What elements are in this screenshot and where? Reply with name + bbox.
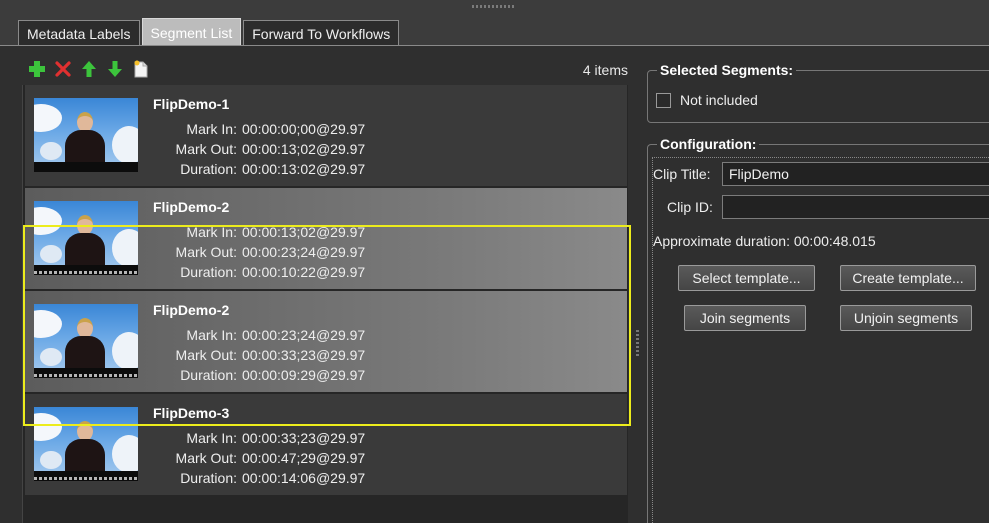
mark-out-label: Mark Out: bbox=[175, 244, 237, 260]
mark-in-label: Mark In: bbox=[186, 430, 237, 446]
clip-title-label: Clip Title: bbox=[653, 166, 711, 182]
mark-out-value: 00:00:47;29@29.97 bbox=[242, 450, 366, 466]
mark-in-label: Mark In: bbox=[186, 327, 237, 343]
create-template-button[interactable]: Create template... bbox=[840, 265, 976, 291]
duration-value: 00:00:09:29@29.97 bbox=[242, 367, 366, 383]
details-pane: Selected Segments: Not included Configur… bbox=[644, 52, 989, 523]
drag-grip[interactable] bbox=[472, 5, 516, 8]
approximate-duration: Approximate duration: 00:00:48.015 bbox=[653, 233, 876, 249]
duration-value: 00:00:10:22@29.97 bbox=[242, 264, 366, 280]
duration-value: 00:00:14:06@29.97 bbox=[242, 470, 366, 486]
move-down-icon[interactable] bbox=[104, 58, 126, 80]
segment-toolbar bbox=[26, 58, 152, 80]
segment-row-2[interactable]: FlipDemo-2 Mark In: 00:00:13;02@29.97 Mar… bbox=[25, 188, 627, 289]
add-icon[interactable] bbox=[26, 58, 48, 80]
mark-out-value: 00:00:13;02@29.97 bbox=[242, 141, 366, 157]
not-included-label: Not included bbox=[680, 92, 758, 108]
duration-label: Duration: bbox=[180, 264, 237, 280]
clip-title-input[interactable] bbox=[722, 162, 989, 186]
mark-out-label: Mark Out: bbox=[175, 450, 237, 466]
duration-label: Duration: bbox=[180, 367, 237, 383]
mark-out-value: 00:00:33;23@29.97 bbox=[242, 347, 366, 363]
segment-thumbnail bbox=[34, 304, 138, 378]
not-included-checkbox[interactable] bbox=[656, 93, 671, 108]
item-count: 4 items bbox=[582, 62, 628, 78]
segment-row-1[interactable]: FlipDemo-1 Mark In: 00:00:00;00@29.97 Mar… bbox=[25, 85, 627, 186]
move-up-icon[interactable] bbox=[78, 58, 100, 80]
segment-thumbnail bbox=[34, 98, 138, 172]
duration-label: Duration: bbox=[180, 161, 237, 177]
mark-in-label: Mark In: bbox=[186, 224, 237, 240]
mark-in-value: 00:00:23;24@29.97 bbox=[242, 327, 366, 343]
segment-thumbnail bbox=[34, 407, 138, 481]
tab-strip: Metadata Labels Segment List Forward To … bbox=[18, 18, 401, 46]
tab-divider bbox=[0, 45, 989, 46]
clip-id-label: Clip ID: bbox=[667, 199, 713, 215]
segment-title: FlipDemo-2 bbox=[153, 199, 230, 215]
top-bar: Metadata Labels Segment List Forward To … bbox=[0, 0, 989, 46]
tab-forward-to-workflows[interactable]: Forward To Workflows bbox=[243, 20, 400, 46]
segment-title: FlipDemo-3 bbox=[153, 405, 230, 421]
mark-in-value: 00:00:00;00@29.97 bbox=[242, 121, 366, 137]
duration-value: 00:00:13:02@29.97 bbox=[242, 161, 366, 177]
clip-id-input[interactable] bbox=[722, 195, 989, 219]
mark-in-label: Mark In: bbox=[186, 121, 237, 137]
segment-thumbnail bbox=[34, 201, 138, 275]
segment-list[interactable]: FlipDemo-1 Mark In: 00:00:00;00@29.97 Mar… bbox=[22, 85, 631, 523]
delete-icon[interactable] bbox=[52, 58, 74, 80]
mark-in-value: 00:00:33;23@29.97 bbox=[242, 430, 366, 446]
select-template-button[interactable]: Select template... bbox=[678, 265, 815, 291]
join-segments-button[interactable]: Join segments bbox=[684, 305, 806, 331]
mark-out-label: Mark Out: bbox=[175, 347, 237, 363]
mark-out-label: Mark Out: bbox=[175, 141, 237, 157]
segment-title: FlipDemo-2 bbox=[153, 302, 230, 318]
configuration-title: Configuration: bbox=[657, 136, 760, 152]
new-document-icon[interactable] bbox=[130, 58, 152, 80]
mark-in-value: 00:00:13;02@29.97 bbox=[242, 224, 366, 240]
segment-row-3[interactable]: FlipDemo-2 Mark In: 00:00:23;24@29.97 Mar… bbox=[25, 291, 627, 392]
segment-title: FlipDemo-1 bbox=[153, 96, 230, 112]
segment-list-pane: 4 items FlipDemo-1 Mark In: 00:00:00;00@2… bbox=[18, 52, 632, 523]
tab-segment-list[interactable]: Segment List bbox=[141, 18, 242, 46]
selected-segments-title: Selected Segments: bbox=[657, 62, 797, 78]
tab-metadata-labels[interactable]: Metadata Labels bbox=[18, 20, 140, 46]
segment-row-4[interactable]: FlipDemo-3 Mark In: 00:00:33;23@29.97 Mar… bbox=[25, 394, 627, 495]
pane-splitter[interactable] bbox=[636, 330, 639, 358]
duration-label: Duration: bbox=[180, 470, 237, 486]
mark-out-value: 00:00:23;24@29.97 bbox=[242, 244, 366, 260]
unjoin-segments-button[interactable]: Unjoin segments bbox=[840, 305, 972, 331]
